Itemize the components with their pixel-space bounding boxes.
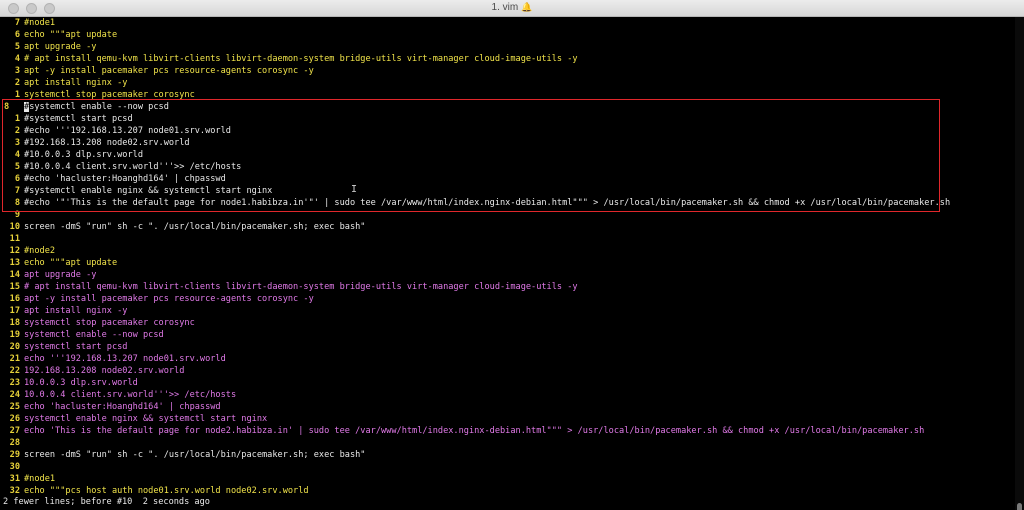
- line-text: 10.0.0.3 dlp.srv.world: [24, 377, 138, 389]
- code-token: 192.168.13.208 node02.srv.world: [24, 366, 185, 376]
- line-text: systemctl enable nginx && systemctl star…: [24, 413, 267, 425]
- line-number: 24: [9, 390, 20, 400]
- code-token: #node1: [24, 18, 56, 28]
- line-text: apt upgrade -y: [24, 269, 96, 281]
- line-number: 10: [9, 222, 20, 232]
- line-number: 31: [9, 474, 20, 484]
- code-token: apt -y install pacemaker pcs resource-ag…: [24, 294, 314, 304]
- vim-editor[interactable]: 7 #node1 6 echo """apt update 5 apt upgrade -…: [0, 17, 1024, 496]
- line-number: 16: [9, 294, 20, 304]
- line-text: screen -dmS "run" sh -c ". /usr/local/bi…: [24, 221, 365, 233]
- line-number: 17: [9, 306, 20, 316]
- line-number: 2: [14, 78, 20, 88]
- code-token: systemctl enable nginx && systemctl star…: [24, 414, 268, 424]
- code-token: 10.0.0.4 client.srv.world'''>> /etc/host…: [24, 390, 237, 400]
- code-token: echo """apt update: [24, 258, 118, 268]
- title-bar: 1. vim 🔔: [0, 0, 1024, 17]
- line-number: 4: [14, 54, 20, 64]
- line-number: 20: [9, 342, 20, 352]
- code-token: apt upgrade -y: [24, 42, 97, 52]
- line-text: # apt install qemu-kvm libvirt-clients l…: [24, 53, 578, 65]
- code-token: screen -dmS "run" sh -c ". /usr/local/bi…: [24, 222, 366, 232]
- code-token: #node1: [24, 474, 56, 484]
- line-number: 19: [9, 330, 20, 340]
- line-text: #node2: [24, 245, 55, 257]
- line-number: 23: [9, 378, 20, 388]
- line-text: echo """apt update: [24, 29, 117, 41]
- line-text: systemctl start pcsd: [24, 341, 127, 353]
- line-number: 26: [9, 414, 20, 424]
- code-token: echo """apt update: [24, 30, 118, 40]
- line-text: echo """apt update: [24, 257, 117, 269]
- line-text: apt install nginx -y: [24, 77, 127, 89]
- line-text: apt upgrade -y: [24, 41, 96, 53]
- line-number: 18: [9, 318, 20, 328]
- line-number: 13: [9, 258, 20, 268]
- line-number: 11: [9, 234, 20, 244]
- scrollbar[interactable]: [1015, 17, 1024, 510]
- code-token: 10.0.0.3 dlp.srv.world: [24, 378, 138, 388]
- line-number: 27: [9, 426, 20, 436]
- code-token: echo 'This is the default page for node2…: [24, 426, 925, 436]
- line-number: 6: [14, 30, 20, 40]
- line-number: 28: [9, 438, 20, 448]
- scrollbar-thumb[interactable]: [1017, 503, 1022, 510]
- line-number: 25: [9, 402, 20, 412]
- window-title: 1. vim 🔔: [0, 2, 1024, 13]
- line-number: 5: [14, 42, 20, 52]
- line-text: echo '''192.168.13.207 node01.srv.world: [24, 353, 226, 365]
- line-text: systemctl stop pacemaker corosync: [24, 317, 195, 329]
- line-text: systemctl enable --now pcsd: [24, 329, 164, 341]
- code-token: systemctl stop pacemaker corosync: [24, 318, 195, 328]
- code-token: screen -dmS "run" sh -c ". /usr/local/bi…: [24, 450, 366, 460]
- line-number: 3: [14, 66, 20, 76]
- line-number: 12: [9, 246, 20, 256]
- line-number: 30: [9, 462, 20, 472]
- line-text: #node1: [24, 17, 55, 29]
- bell-icon: 🔔: [521, 2, 533, 12]
- line-number: 29: [9, 450, 20, 460]
- line-text: apt -y install pacemaker pcs resource-ag…: [24, 65, 314, 77]
- line-text: echo 'This is the default page for node2…: [24, 425, 924, 437]
- code-token: apt install nginx -y: [24, 78, 128, 88]
- code-token: apt install nginx -y: [24, 306, 128, 316]
- line-number: 15: [9, 282, 20, 292]
- line-number: 7: [14, 18, 20, 28]
- code-token: systemctl start pcsd: [24, 342, 128, 352]
- window-title-text: 1. vim: [491, 2, 519, 13]
- line-text: apt -y install pacemaker pcs resource-ag…: [24, 293, 314, 305]
- code-token: apt -y install pacemaker pcs resource-ag…: [24, 66, 314, 76]
- selection-highlight-box: [2, 99, 940, 212]
- line-text: echo 'hacluster:Hoanghd164' | chpasswd: [24, 401, 221, 413]
- line-text: # apt install qemu-kvm libvirt-clients l…: [24, 281, 578, 293]
- code-token: echo '''192.168.13.207 node01.srv.world: [24, 354, 226, 364]
- code-token: # apt install qemu-kvm libvirt-clients l…: [24, 282, 578, 292]
- code-token: #node2: [24, 246, 56, 256]
- code-token: apt upgrade -y: [24, 270, 97, 280]
- line-text: 192.168.13.208 node02.srv.world: [24, 365, 184, 377]
- line-number: 14: [9, 270, 20, 280]
- code-token: systemctl enable --now pcsd: [24, 330, 164, 340]
- code-token: echo 'hacluster:Hoanghd164' | chpasswd: [24, 402, 221, 412]
- line-number: 21: [9, 354, 20, 364]
- code-token: echo """pcs host auth node01.srv.world n…: [24, 486, 309, 496]
- text-cursor-icon: I: [351, 184, 358, 195]
- line-text: #node1: [24, 473, 55, 485]
- code-token: # apt install qemu-kvm libvirt-clients l…: [24, 54, 578, 64]
- line-text: screen -dmS "run" sh -c ". /usr/local/bi…: [24, 449, 365, 461]
- line-text: 10.0.0.4 client.srv.world'''>> /etc/host…: [24, 389, 236, 401]
- line-text: apt install nginx -y: [24, 305, 127, 317]
- status-line: 2 fewer lines; before #10 2 seconds ago: [3, 497, 210, 507]
- line-number: 22: [9, 366, 20, 376]
